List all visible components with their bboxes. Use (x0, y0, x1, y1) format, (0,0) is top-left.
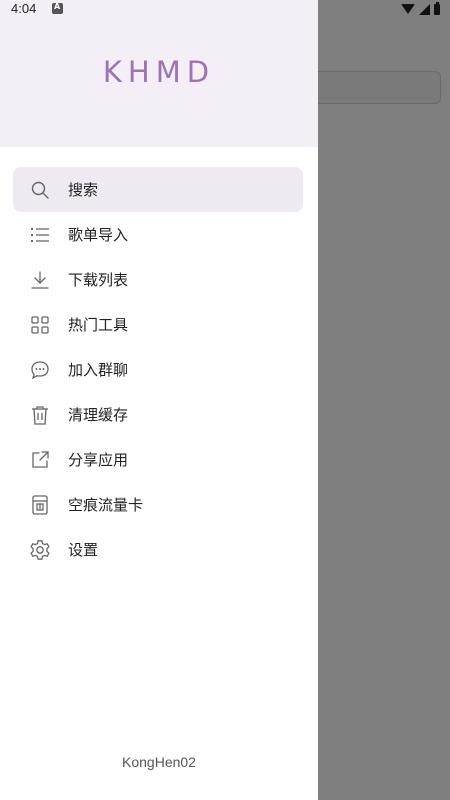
share-icon (27, 447, 53, 473)
status-time: 4:04 (11, 1, 37, 16)
menu-item-label: 歌单导入 (68, 226, 129, 244)
search-icon (27, 177, 53, 203)
menu-item-label: 搜索 (68, 181, 99, 199)
menu-item-playlist-import[interactable]: 歌单导入 (13, 212, 303, 257)
status-bar: 4:04 (0, 0, 450, 18)
wifi-icon (401, 4, 415, 14)
battery-icon (434, 1, 440, 15)
menu-item-label: 分享应用 (68, 451, 129, 469)
menu-item-settings[interactable]: 设置 (13, 527, 303, 572)
drawer-footer-username: KongHen02 (122, 754, 196, 770)
menu-item-label: 加入群聊 (68, 361, 129, 379)
download-icon (27, 267, 53, 293)
menu-item-label: 清理缓存 (68, 406, 129, 424)
list-icon (27, 222, 53, 248)
trash-icon (27, 402, 53, 428)
menu-item-label: 下载列表 (68, 271, 129, 289)
signal-icon (419, 3, 430, 15)
drawer-menu: 搜索 歌单导入 下载列表 热门工具 加入群聊 清理缓存 分享应用 空痕流量卡 设… (13, 167, 303, 572)
menu-item-data-card[interactable]: 空痕流量卡 (13, 482, 303, 527)
menu-item-label: 热门工具 (68, 316, 129, 334)
menu-item-search[interactable]: 搜索 (13, 167, 303, 212)
sim-card-icon (27, 492, 53, 518)
menu-item-label: 设置 (68, 541, 99, 559)
chat-bubble-icon (27, 357, 53, 383)
menu-item-hot-tools[interactable]: 热门工具 (13, 302, 303, 347)
app-logo: KHMD (102, 55, 216, 89)
menu-item-clear-cache[interactable]: 清理缓存 (13, 392, 303, 437)
navigation-drawer: KHMD 搜索 歌单导入 下载列表 热门工具 加入群聊 清理缓存 分享应用 空痕… (0, 0, 318, 800)
status-icons (401, 1, 440, 16)
menu-item-join-group[interactable]: 加入群聊 (13, 347, 303, 392)
menu-item-label: 空痕流量卡 (68, 496, 144, 514)
background-search-box (300, 71, 441, 104)
drawer-header: KHMD (0, 0, 318, 147)
menu-item-share-app[interactable]: 分享应用 (13, 437, 303, 482)
notification-icon (52, 2, 63, 14)
menu-item-download-list[interactable]: 下载列表 (13, 257, 303, 302)
gear-icon (27, 537, 53, 563)
grid-icon (27, 312, 53, 338)
